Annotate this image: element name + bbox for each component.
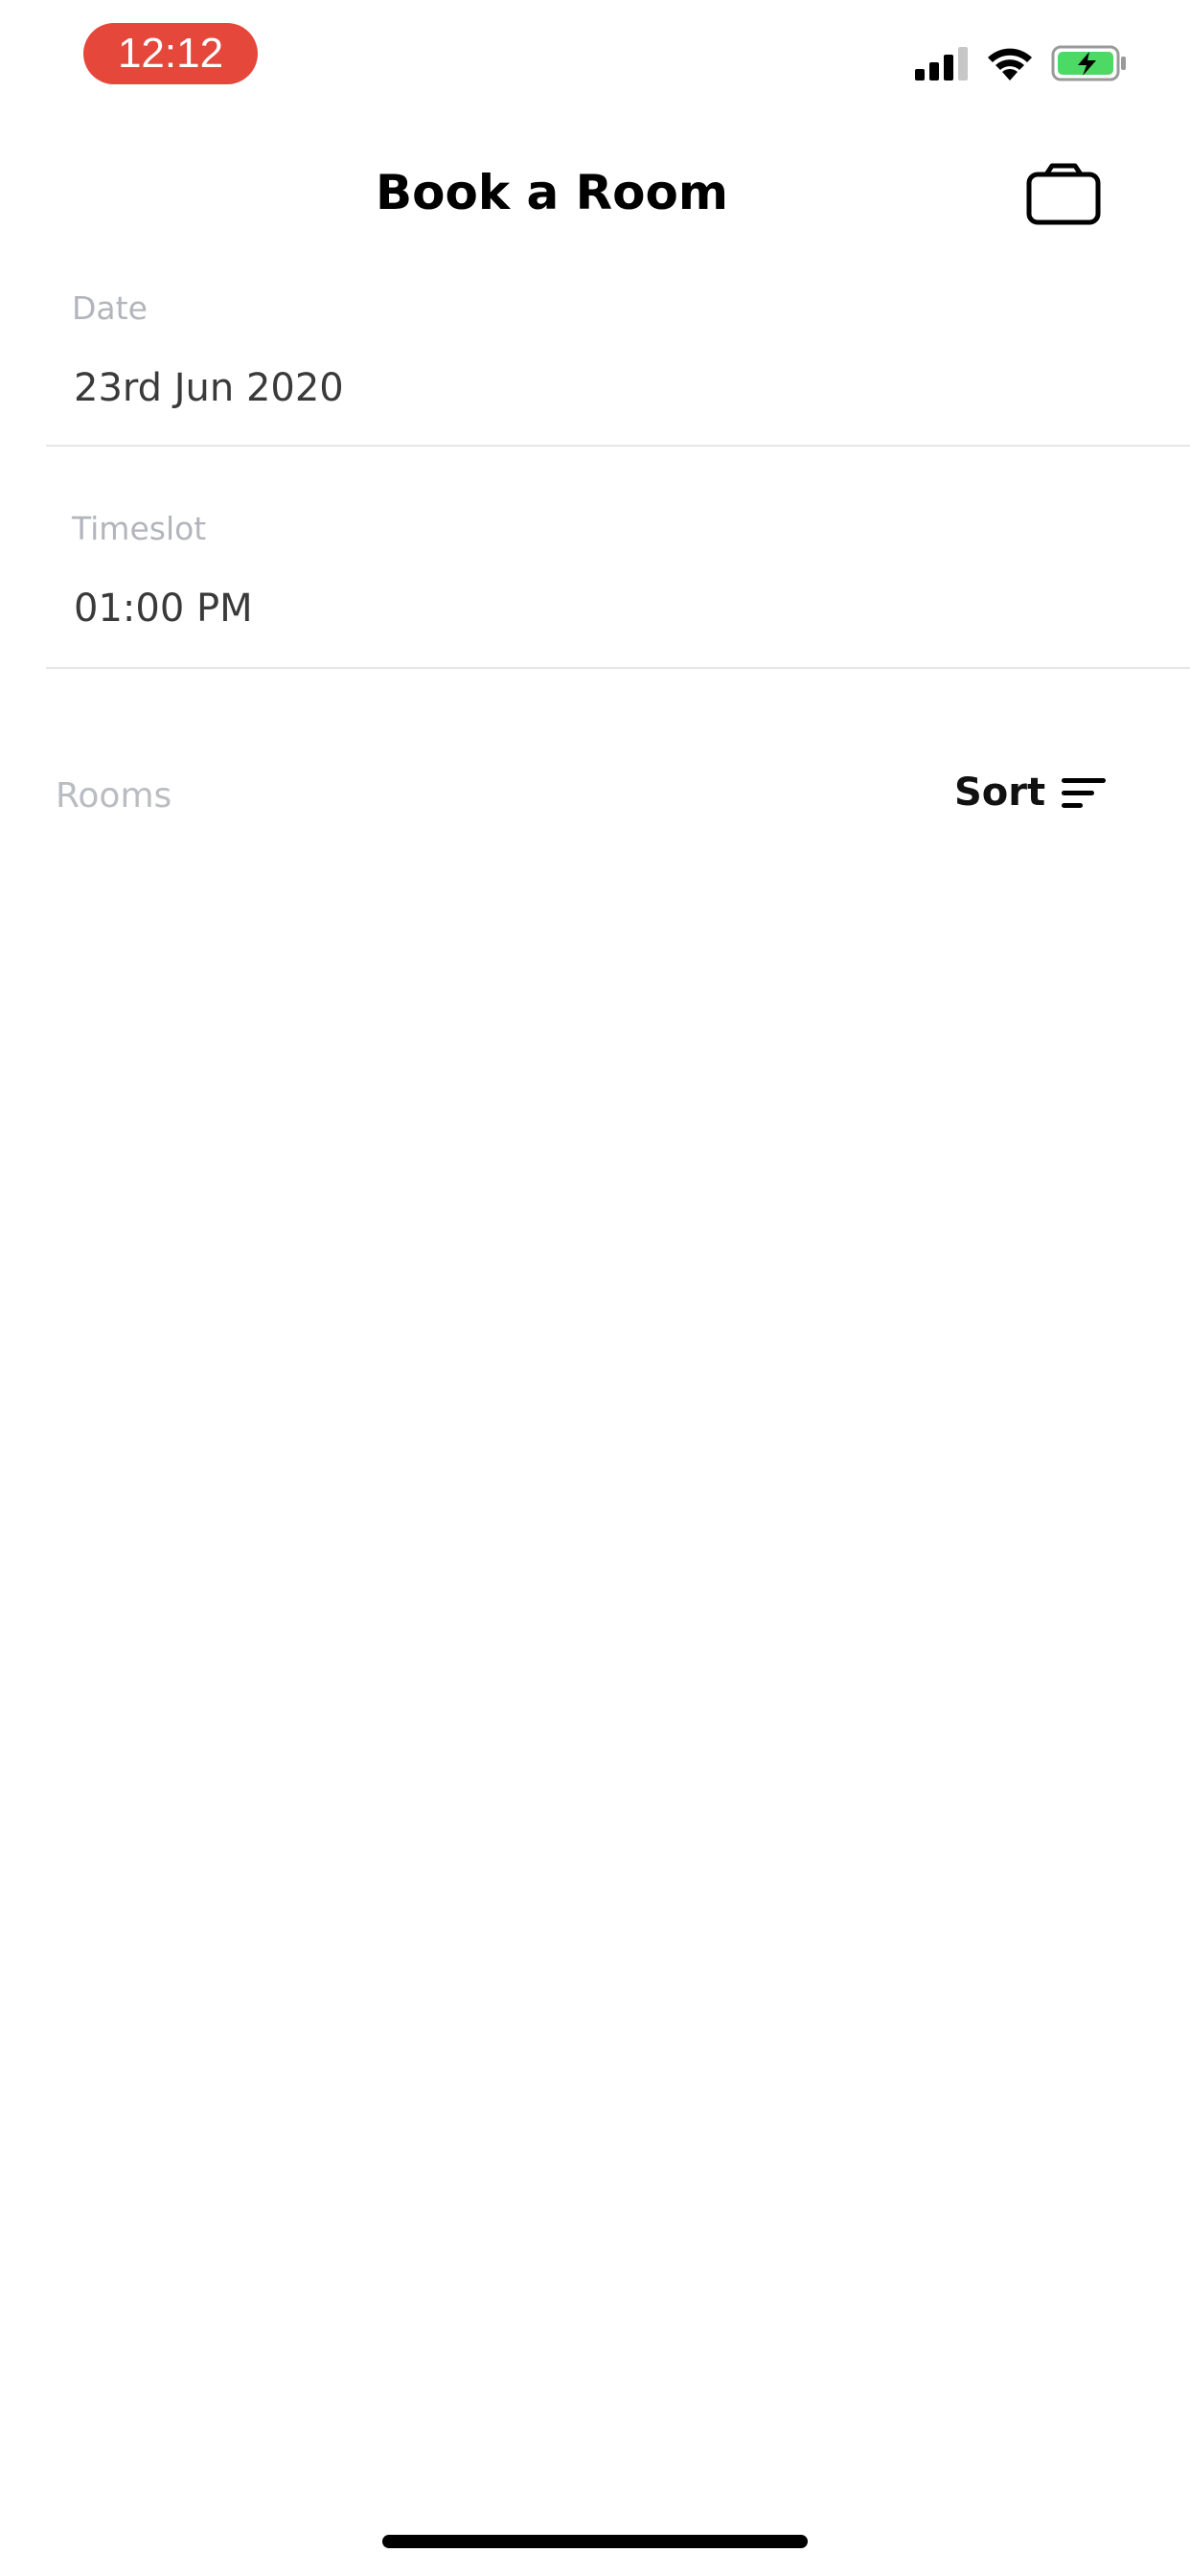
status-time: 12:12 <box>83 23 258 84</box>
date-label: Date <box>72 289 148 327</box>
wifi-icon <box>988 48 1032 80</box>
date-field[interactable]: Date 23rd Jun 2020 <box>46 278 1190 447</box>
cellular-signal-icon <box>915 47 968 80</box>
shopping-bag-icon <box>1026 163 1101 225</box>
rooms-list <box>0 862 1190 2492</box>
cart-button[interactable] <box>1025 161 1102 228</box>
timeslot-value[interactable]: 01:00 PM <box>74 586 253 631</box>
date-value[interactable]: 23rd Jun 2020 <box>74 366 344 410</box>
rooms-header: Rooms Sort <box>0 767 1190 834</box>
page-title: Book a Room <box>376 165 728 220</box>
rooms-label: Rooms <box>56 776 172 816</box>
sort-icon <box>1062 778 1106 808</box>
timeslot-field[interactable]: Timeslot 01:00 PM <box>46 498 1190 669</box>
sort-button[interactable]: Sort <box>949 767 1121 824</box>
sort-label: Sort <box>954 770 1046 815</box>
status-bar: 12:12 <box>0 0 1190 125</box>
battery-charging-icon <box>1051 45 1126 81</box>
home-indicator[interactable] <box>382 2535 808 2548</box>
timeslot-label: Timeslot <box>72 510 207 547</box>
navigation-header: Book a Room <box>0 144 1190 249</box>
